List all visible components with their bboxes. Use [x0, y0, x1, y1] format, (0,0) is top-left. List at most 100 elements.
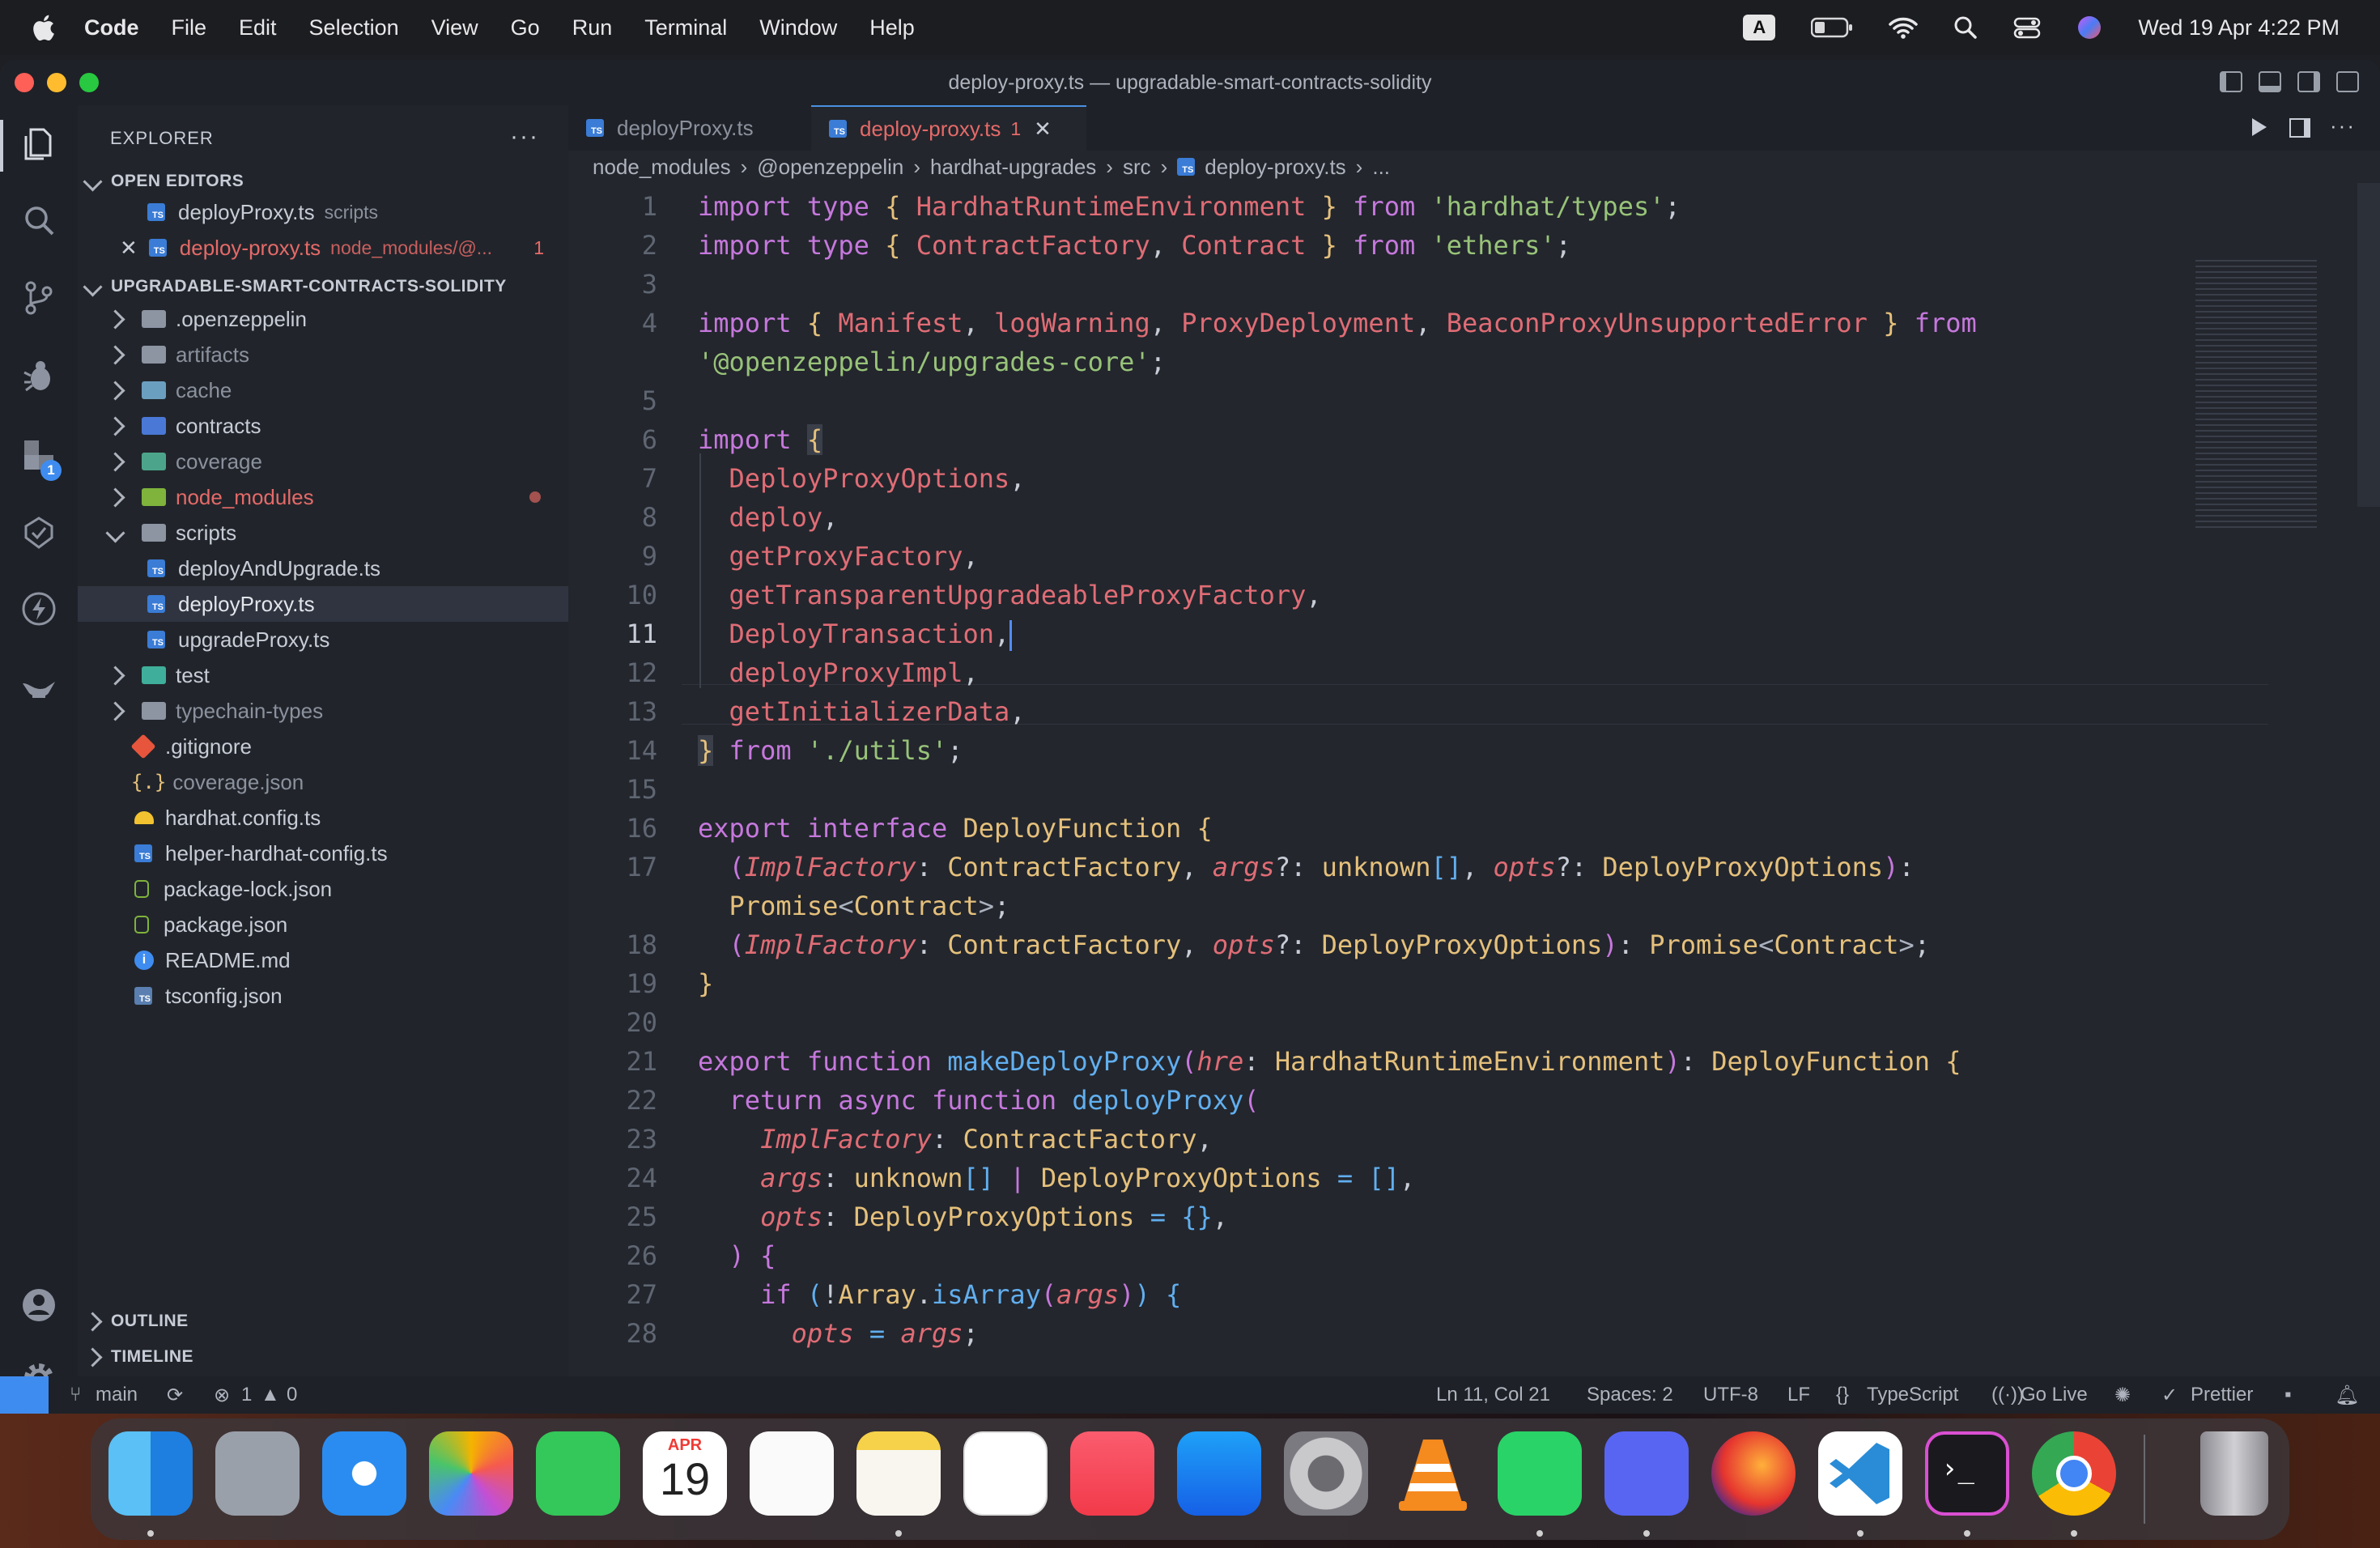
wifi-icon[interactable]: [1889, 16, 1919, 39]
breadcrumb-item[interactable]: src: [1123, 155, 1151, 180]
minimap[interactable]: [2195, 256, 2317, 531]
discord-icon[interactable]: [1604, 1431, 1689, 1516]
music-icon[interactable]: [1070, 1431, 1154, 1516]
open-editors-header[interactable]: OPEN EDITORS: [83, 171, 244, 192]
tree-folder[interactable]: cache: [78, 372, 568, 408]
tab-deployproxy[interactable]: TS deployProxy.ts: [568, 105, 811, 151]
encoding[interactable]: UTF-8: [1703, 1384, 1758, 1406]
tree-folder[interactable]: artifacts: [78, 337, 568, 372]
menu-file[interactable]: File: [172, 15, 207, 40]
launchpad-icon[interactable]: [215, 1431, 300, 1516]
clock[interactable]: Wed 19 Apr 4:22 PM: [2138, 15, 2340, 40]
control-center-icon[interactable]: [2013, 16, 2041, 39]
close-tab-icon[interactable]: ✕: [1034, 117, 1052, 142]
breadcrumb-item[interactable]: @openzeppelin: [757, 155, 903, 180]
genie-lamp-icon[interactable]: [21, 669, 57, 704]
menu-view[interactable]: View: [431, 15, 478, 40]
reminders-icon[interactable]: [750, 1431, 834, 1516]
explorer-more-actions-button[interactable]: ···: [510, 123, 539, 151]
freeform-icon[interactable]: [963, 1431, 1048, 1516]
tree-file[interactable]: i README.md: [78, 942, 568, 978]
menu-code[interactable]: Code: [84, 15, 139, 40]
siri-icon[interactable]: [2076, 15, 2102, 40]
more-actions-icon[interactable]: ···: [2330, 113, 2356, 138]
timeline-header[interactable]: TIMELINE: [83, 1346, 193, 1367]
tree-folder[interactable]: scripts: [78, 515, 568, 551]
tree-folder[interactable]: test: [78, 657, 568, 693]
system-settings-icon[interactable]: [1284, 1431, 1368, 1516]
input-source-indicator[interactable]: A: [1743, 15, 1776, 40]
tree-file[interactable]: TS upgradeProxy.ts: [78, 622, 568, 657]
apple-icon[interactable]: [29, 12, 57, 43]
go-live-button[interactable]: Go Live: [2021, 1384, 2088, 1406]
explorer-icon[interactable]: [21, 126, 57, 162]
testing-icon[interactable]: [21, 515, 57, 551]
open-editor-item[interactable]: ✕ TS deploy-proxy.ts node_modules/@... 1: [78, 230, 568, 266]
tree-file[interactable]: hardhat.config.ts: [78, 800, 568, 836]
warning-count[interactable]: 0: [287, 1384, 297, 1406]
breadcrumb-item[interactable]: deploy-proxy.ts: [1205, 155, 1345, 180]
menu-window[interactable]: Window: [759, 15, 837, 40]
menu-selection[interactable]: Selection: [309, 15, 399, 40]
tree-folder[interactable]: coverage: [78, 444, 568, 479]
chrome-icon[interactable]: [2032, 1431, 2116, 1516]
tree-file[interactable]: TS deployAndUpgrade.ts: [78, 551, 568, 586]
branch-icon[interactable]: ⑂: [70, 1384, 81, 1406]
run-icon[interactable]: [2252, 118, 2267, 136]
vlc-icon[interactable]: [1391, 1431, 1475, 1516]
editor-scrollbar[interactable]: [2357, 183, 2380, 507]
split-editor-icon[interactable]: [2289, 118, 2310, 138]
finder-icon[interactable]: [108, 1431, 193, 1516]
toggle-secondary-sidebar-icon[interactable]: [2297, 71, 2320, 92]
menu-run[interactable]: Run: [572, 15, 613, 40]
terminal-icon[interactable]: ›_: [1925, 1431, 2009, 1516]
menu-edit[interactable]: Edit: [239, 15, 277, 40]
tree-file[interactable]: .gitignore: [78, 729, 568, 764]
comment-icon[interactable]: ▪: [2284, 1384, 2292, 1406]
tree-folder[interactable]: .openzeppelin: [78, 301, 568, 337]
tree-file[interactable]: TS helper-hardhat-config.ts: [78, 836, 568, 871]
error-icon[interactable]: ⊗: [214, 1384, 230, 1407]
project-header[interactable]: UPGRADABLE-SMART-CONTRACTS-SOLIDITY: [83, 276, 507, 297]
thunder-client-icon[interactable]: [21, 591, 57, 627]
warning-icon[interactable]: ▲: [261, 1384, 280, 1406]
error-count[interactable]: 1: [241, 1384, 252, 1406]
vscode-icon[interactable]: [1818, 1431, 1902, 1516]
notifications-bell-icon[interactable]: 🔔︎: [2335, 1384, 2359, 1407]
tree-folder[interactable]: typechain-types: [78, 693, 568, 729]
remote-indicator-icon[interactable]: [0, 1376, 49, 1414]
customize-layout-icon[interactable]: [2336, 71, 2359, 92]
tree-file-selected[interactable]: TS deployProxy.ts: [78, 586, 568, 622]
notes-icon[interactable]: [856, 1431, 941, 1516]
language-mode[interactable]: TypeScript: [1867, 1384, 1958, 1406]
tree-folder[interactable]: node_modules: [78, 479, 568, 515]
calendar-icon[interactable]: APR 19: [643, 1431, 727, 1516]
minimize-window-button[interactable]: [47, 73, 66, 92]
safari-icon[interactable]: [322, 1431, 406, 1516]
sync-icon[interactable]: ⟳: [167, 1384, 183, 1407]
app-store-icon[interactable]: [1177, 1431, 1261, 1516]
feedback-icon[interactable]: ✺: [2114, 1384, 2131, 1407]
run-debug-icon[interactable]: [21, 358, 57, 393]
open-editor-item[interactable]: TS deployProxy.ts scripts: [78, 194, 568, 230]
search-icon[interactable]: [21, 202, 57, 238]
breadcrumb-item[interactable]: node_modules: [593, 155, 731, 180]
branch-name[interactable]: main: [96, 1384, 138, 1406]
accounts-icon[interactable]: [21, 1287, 57, 1323]
menu-go[interactable]: Go: [511, 15, 540, 40]
spotlight-search-icon[interactable]: [1953, 15, 1978, 40]
end-of-line[interactable]: LF: [1787, 1384, 1810, 1406]
trash-icon[interactable]: [2200, 1431, 2268, 1516]
close-editor-icon[interactable]: ✕: [120, 236, 138, 261]
outline-header[interactable]: OUTLINE: [83, 1311, 189, 1332]
tab-deploy-proxy-active[interactable]: TS deploy-proxy.ts 1 ✕: [811, 105, 1086, 151]
breadcrumb-item[interactable]: ...: [1372, 155, 1390, 180]
tree-file[interactable]: package.json: [78, 907, 568, 942]
tree-folder[interactable]: contracts: [78, 408, 568, 444]
prettier-button[interactable]: Prettier: [2191, 1384, 2253, 1406]
cursor-position[interactable]: Ln 11, Col 21: [1436, 1384, 1550, 1406]
tree-file[interactable]: TS tsconfig.json: [78, 978, 568, 1014]
tree-file[interactable]: {.} coverage.json: [78, 764, 568, 800]
toggle-panel-icon[interactable]: [2259, 71, 2281, 92]
photos-icon[interactable]: [429, 1431, 513, 1516]
